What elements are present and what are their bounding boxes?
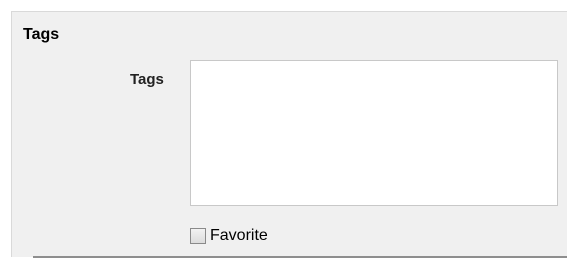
tags-input[interactable] — [190, 60, 558, 206]
favorite-row[interactable]: Favorite — [190, 227, 268, 245]
favorite-checkbox[interactable] — [190, 228, 206, 244]
tags-form-window: Tags Tags Favorite — [0, 0, 567, 270]
tags-field-label: Tags — [130, 71, 164, 88]
section-divider — [33, 256, 567, 258]
section-title: Tags — [23, 26, 60, 43]
favorite-label[interactable]: Favorite — [210, 227, 268, 245]
